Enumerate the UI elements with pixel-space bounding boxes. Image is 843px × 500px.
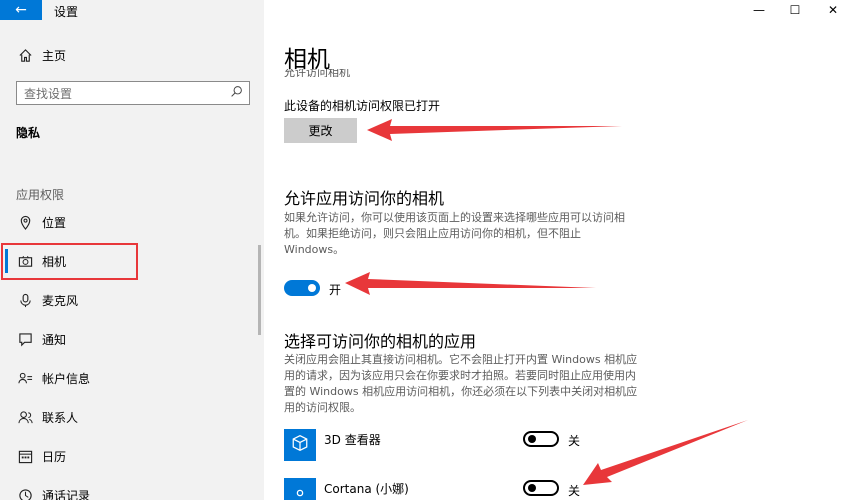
search-input[interactable]: 查找设置 (16, 81, 250, 105)
sidebar-item-label: 位置 (42, 215, 67, 230)
sidebar-item-location[interactable]: 位置 (0, 204, 262, 240)
cortana-icon (293, 485, 307, 500)
toggle-cortana[interactable] (523, 480, 559, 496)
sidebar-item-home[interactable]: 主页 (0, 37, 262, 73)
device-access-status: 此设备的相机访问权限已打开 (284, 99, 441, 113)
cube-icon (291, 434, 309, 456)
back-arrow-icon: ← (15, 2, 27, 18)
allow-apps-description: 如果允许访问，你可以使用该页面上的设置来选择哪些应用可以访问相机。如果拒绝访问，… (284, 211, 625, 256)
toggle-label-cortana: 关 (568, 484, 581, 498)
sidebar-item-label: 日历 (42, 449, 67, 464)
sidebar-item-contacts[interactable]: 联系人 (0, 399, 262, 435)
microphone-icon (17, 292, 33, 308)
toggle-knob (528, 435, 536, 443)
sidebar: ← 设置 主页 查找设置 隐私 应用权限 位置 相机 麦克风 通知 帐户信息 联… (0, 0, 264, 500)
account-info-icon (17, 370, 33, 386)
sidebar-item-microphone[interactable]: 麦克风 (0, 282, 262, 318)
app-name-3d-viewer: 3D 查看器 (324, 433, 381, 447)
sidebar-item-account-info[interactable]: 帐户信息 (0, 360, 262, 396)
search-icon (230, 85, 243, 101)
app-permissions-heading: 应用权限 (16, 188, 65, 202)
notification-icon (17, 331, 33, 347)
choose-apps-heading: 选择可访问你的相机的应用 (284, 332, 477, 351)
app-icon-cortana (284, 478, 316, 500)
sidebar-item-label: 通话记录 (42, 488, 91, 500)
sidebar-item-calendar[interactable]: 日历 (0, 438, 262, 474)
allow-apps-toggle[interactable] (284, 280, 320, 296)
allow-apps-heading: 允许应用访问你的相机 (284, 189, 445, 208)
sidebar-item-notifications[interactable]: 通知 (0, 321, 262, 357)
toggle-knob (308, 284, 316, 292)
allow-apps-toggle-label: 开 (329, 283, 342, 297)
main-content: — ☐ ✕ 相机 允许访问相机 此设备的相机访问权限已打开 更改 允许应用访问你… (264, 0, 843, 500)
change-button[interactable]: 更改 (284, 118, 357, 143)
sidebar-item-label: 麦克风 (42, 293, 79, 308)
toggle-knob (528, 484, 536, 492)
contacts-icon (17, 409, 33, 425)
back-button[interactable]: ← (0, 0, 42, 20)
calendar-icon (17, 448, 33, 464)
close-icon: ✕ (827, 3, 839, 17)
location-icon (17, 214, 33, 230)
app-icon-3d-viewer (284, 429, 316, 461)
maximize-icon: ☐ (789, 3, 801, 17)
sidebar-item-label: 帐户信息 (42, 371, 91, 386)
annotation-highlight-box (1, 243, 138, 280)
privacy-heading: 隐私 (16, 126, 41, 140)
toggle-3d-viewer[interactable] (523, 431, 559, 447)
close-button[interactable]: ✕ (810, 0, 843, 20)
sidebar-scrollbar[interactable] (258, 245, 261, 335)
app-name-cortana: Cortana (小娜) (324, 482, 409, 496)
sidebar-item-label: 主页 (42, 48, 67, 63)
search-placeholder: 查找设置 (24, 86, 73, 101)
call-history-icon (17, 487, 33, 500)
minimize-icon: — (753, 3, 765, 17)
sidebar-item-label: 通知 (42, 332, 67, 347)
clipped-text: 允许访问相机 (284, 69, 350, 77)
home-icon (17, 47, 33, 63)
sidebar-item-call-history[interactable]: 通话记录 (0, 477, 262, 500)
sidebar-item-label: 联系人 (42, 410, 79, 425)
app-title: 设置 (54, 5, 79, 19)
choose-apps-description: 关闭应用会阻止其直接访问相机。它不会阻止打开内置 Windows 相机应用的请求… (284, 353, 638, 414)
toggle-label-3d-viewer: 关 (568, 434, 581, 448)
